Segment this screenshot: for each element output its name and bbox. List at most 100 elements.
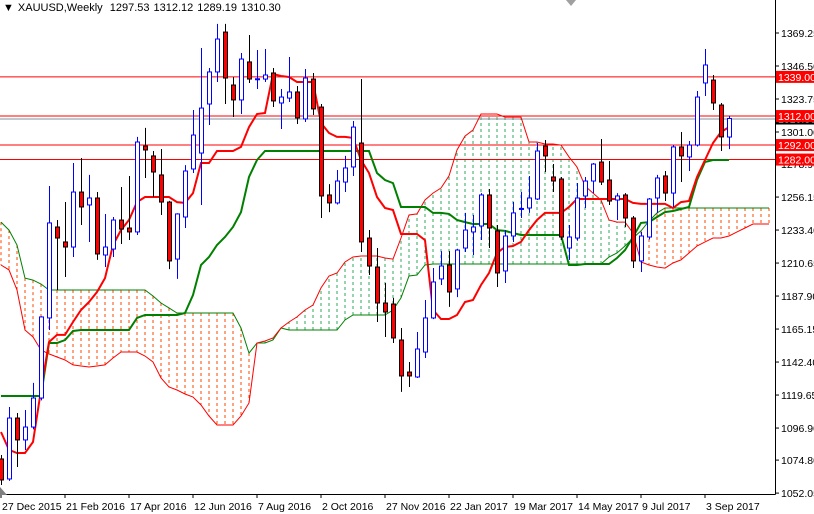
- bull-candle: [591, 163, 596, 194]
- y-tick-label: 1096.90: [781, 423, 814, 435]
- chart-header: ▼ XAUUSD,Weekly 1297.53 1312.12 1289.19 1310…: [3, 2, 285, 14]
- bull-candle: [727, 115, 732, 150]
- candle-body: [615, 195, 620, 201]
- bear-candle: [0, 455, 4, 486]
- bull-candle: [671, 145, 676, 207]
- bear-candle: [295, 86, 300, 125]
- candle-body: [295, 91, 300, 119]
- bear-candle: [15, 412, 20, 468]
- ichimoku-candlestick-chart[interactable]: 1369.251346.501323.751301.001278.901256.…: [0, 0, 814, 514]
- bull-candle: [503, 230, 508, 283]
- bull-candle: [279, 89, 284, 129]
- candle-body: [439, 265, 444, 280]
- candle-body: [143, 145, 148, 151]
- indicator-lines: [0, 72, 769, 454]
- horizontal-levels: [0, 76, 775, 161]
- candle-body: [183, 170, 188, 218]
- bear-candle: [231, 77, 236, 118]
- candle-body: [199, 107, 204, 154]
- candle-body: [79, 191, 84, 208]
- candle-body: [95, 197, 100, 255]
- bull-candle: [255, 50, 260, 90]
- bull-candle: [535, 143, 540, 201]
- candle-body: [575, 197, 580, 239]
- bear-candle: [719, 102, 724, 151]
- bear-candle: [223, 23, 228, 105]
- bear-candle: [391, 297, 396, 344]
- candle-body: [367, 237, 372, 267]
- bear-candle: [63, 202, 68, 278]
- bull-candle: [455, 248, 460, 298]
- candle-body: [407, 371, 412, 377]
- candle-body: [391, 303, 396, 339]
- bull-candle: [199, 48, 204, 205]
- candle-body: [479, 194, 484, 227]
- bear-candle: [247, 34, 252, 83]
- candle-body: [695, 96, 700, 146]
- bear-candle: [159, 148, 164, 215]
- candle-body: [47, 222, 52, 319]
- bull-candle: [647, 197, 652, 240]
- candle-body: [87, 197, 92, 206]
- bull-candle: [687, 140, 692, 172]
- candle-body: [519, 207, 524, 210]
- candle-body: [647, 198, 652, 238]
- x-tick-label: 22 Jan 2017: [450, 501, 508, 513]
- collapse-triangle-icon[interactable]: ▼: [3, 2, 14, 14]
- candle-body: [375, 266, 380, 304]
- ichimoku-cloud: [0, 114, 770, 425]
- candle-body: [111, 219, 116, 250]
- y-tick-label: 1074.80: [781, 455, 814, 467]
- bull-candle: [519, 192, 524, 219]
- y-tick-label: 1052.05: [781, 488, 814, 500]
- candle-body: [487, 194, 492, 229]
- bear-candle: [95, 192, 100, 260]
- candle-body: [719, 104, 724, 138]
- bull-candle: [23, 410, 28, 450]
- candle-body: [103, 246, 108, 256]
- bear-candle: [495, 224, 500, 288]
- candle-body: [255, 78, 260, 81]
- candle-body: [687, 144, 692, 158]
- level-price-label: 1312.00: [778, 111, 814, 123]
- candle-body: [655, 177, 660, 199]
- y-tick-label: 1301.00: [781, 127, 814, 139]
- candle-body: [543, 145, 548, 157]
- x-tick-label: 27 Nov 2016: [386, 501, 446, 513]
- candle-body: [551, 176, 556, 182]
- bear-candle: [151, 150, 156, 197]
- candle-body: [447, 264, 452, 293]
- y-tick-label: 1142.40: [781, 357, 814, 369]
- bear-candle: [359, 79, 364, 252]
- bull-candle: [615, 193, 620, 221]
- bull-candle: [239, 52, 244, 115]
- x-tick-label: 3 Sep 2017: [706, 501, 760, 513]
- candle-body: [159, 174, 164, 203]
- y-tick-label: 1210.65: [781, 258, 814, 270]
- candle-body: [535, 150, 540, 200]
- level-price-label: 1292.00: [778, 140, 814, 152]
- candle-body: [559, 178, 564, 238]
- candle-body: [15, 417, 20, 441]
- candle-body: [623, 194, 628, 219]
- bear-candle: [55, 220, 60, 290]
- bull-candle: [135, 136, 140, 235]
- candle-body: [423, 317, 428, 353]
- bear-candle: [551, 164, 556, 193]
- bull-candle: [47, 185, 52, 330]
- bull-candle: [351, 120, 356, 176]
- bull-candle: [703, 49, 708, 97]
- candle-body: [495, 230, 500, 274]
- candle-body: [335, 180, 340, 204]
- candle-body: [207, 71, 212, 105]
- chart-shift-marker-icon[interactable]: [566, 0, 576, 6]
- bear-candle: [487, 189, 492, 249]
- bull-candle: [31, 382, 36, 430]
- scroll-marker-icon[interactable]: [0, 487, 7, 495]
- bull-candle: [575, 183, 580, 241]
- bear-candle: [663, 171, 668, 202]
- bear-candle: [375, 248, 380, 323]
- candle-body: [455, 249, 460, 290]
- candle-body: [607, 179, 612, 202]
- bear-candle: [119, 186, 124, 244]
